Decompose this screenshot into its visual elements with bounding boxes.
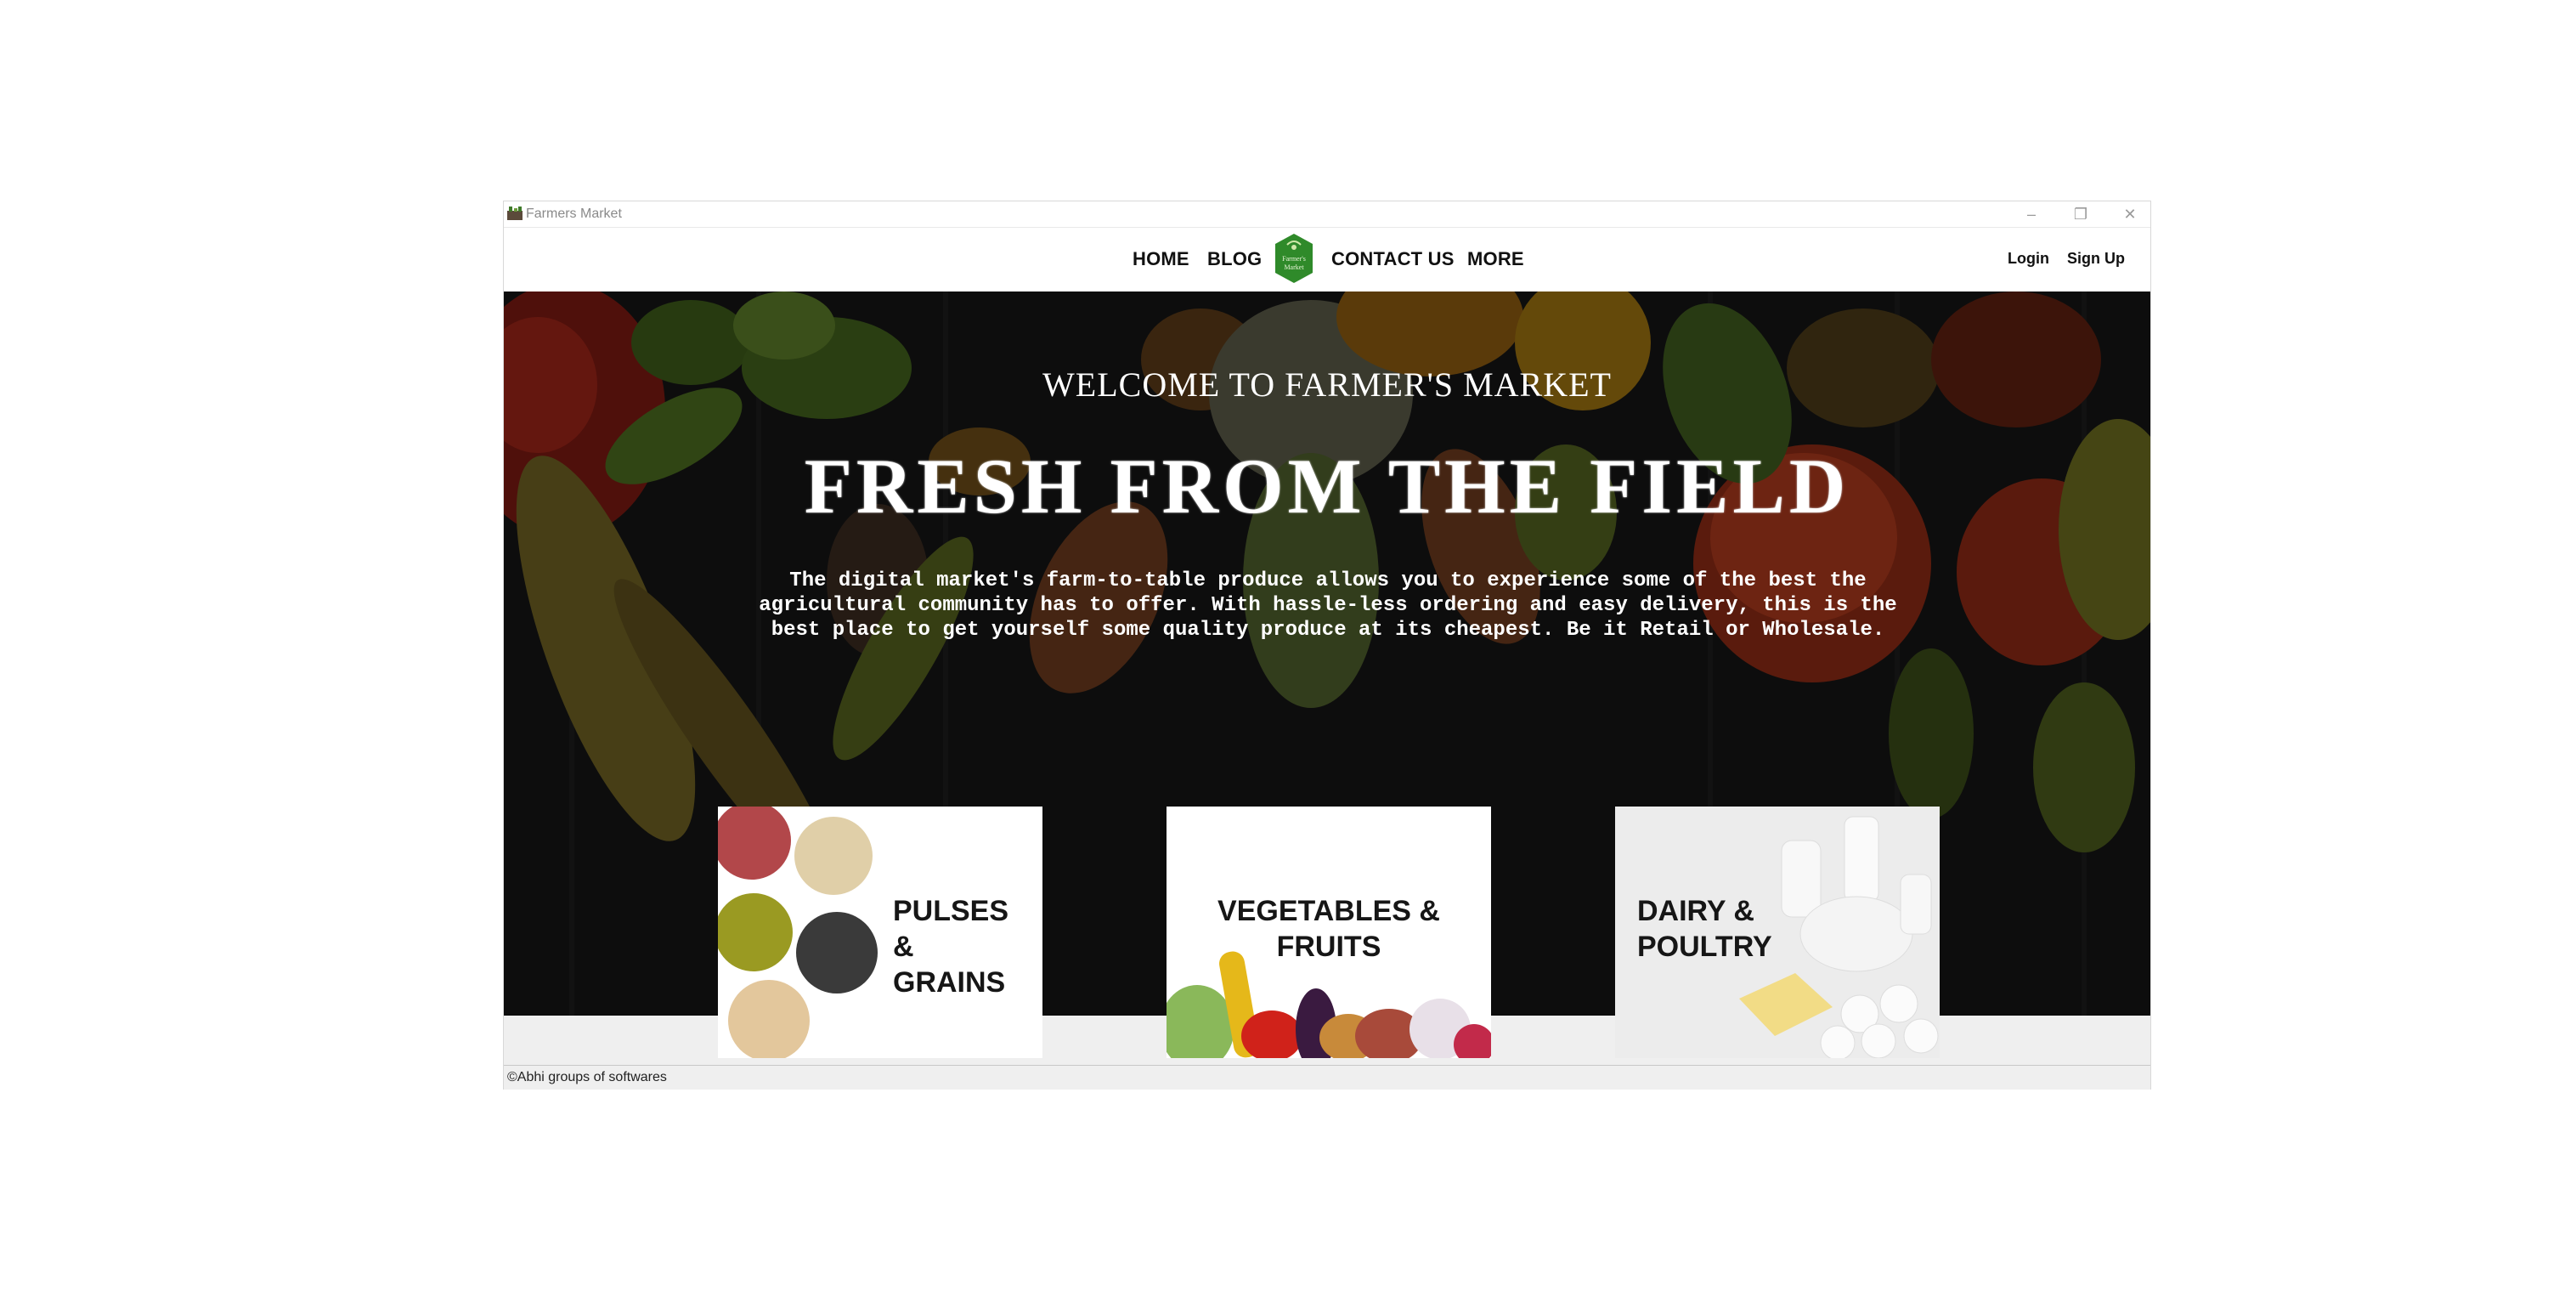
hero-headline: FRESH FROM THE FIELD [804,443,1850,529]
app-window: Farmers Market – ❐ ✕ HOME BLOG Farmer's … [503,201,2151,1090]
nav-blog[interactable]: BLOG [1207,248,1262,270]
category-card-pulses[interactable]: PULSES & GRAINS [718,807,1042,1058]
minimize-button[interactable]: – [2006,201,2057,227]
copyright-text: ©Abhi groups of softwares [507,1070,667,1084]
window-title: Farmers Market [526,207,622,221]
category-card-vegetables[interactable]: VEGETABLES & FRUITS [1167,807,1491,1058]
title-bar[interactable]: Farmers Market – ❐ ✕ [504,201,2150,227]
logo-line2: Market [1284,263,1304,271]
navbar: HOME BLOG Farmer's Market CONTACT US MOR… [504,227,2150,292]
status-bar: ©Abhi groups of softwares [504,1065,2150,1090]
nav-contact-us[interactable]: CONTACT US [1331,248,1455,270]
nav-more[interactable]: MORE [1467,248,1524,270]
app-icon [507,207,523,220]
welcome-heading: WELCOME TO FARMER'S MARKET [1042,365,1612,404]
farmers-market-logo[interactable]: Farmer's Market [1274,233,1314,284]
category-label-vegetables: VEGETABLES & FRUITS [1217,895,1440,963]
category-card-dairy[interactable]: DAIRY & POULTRY [1615,807,1940,1058]
category-label-pulses: PULSES & GRAINS [893,895,1009,999]
login-link[interactable]: Login [2008,250,2049,268]
logo-line1: Farmer's [1282,255,1306,263]
close-button[interactable]: ✕ [2104,201,2155,227]
restore-button[interactable]: ❐ [2055,201,2106,227]
hero-description: The digital market's farm-to-table produ… [759,569,1897,642]
category-label-dairy: DAIRY & POULTRY [1637,895,1772,963]
signup-link[interactable]: Sign Up [2067,250,2125,268]
nav-home[interactable]: HOME [1133,248,1189,270]
